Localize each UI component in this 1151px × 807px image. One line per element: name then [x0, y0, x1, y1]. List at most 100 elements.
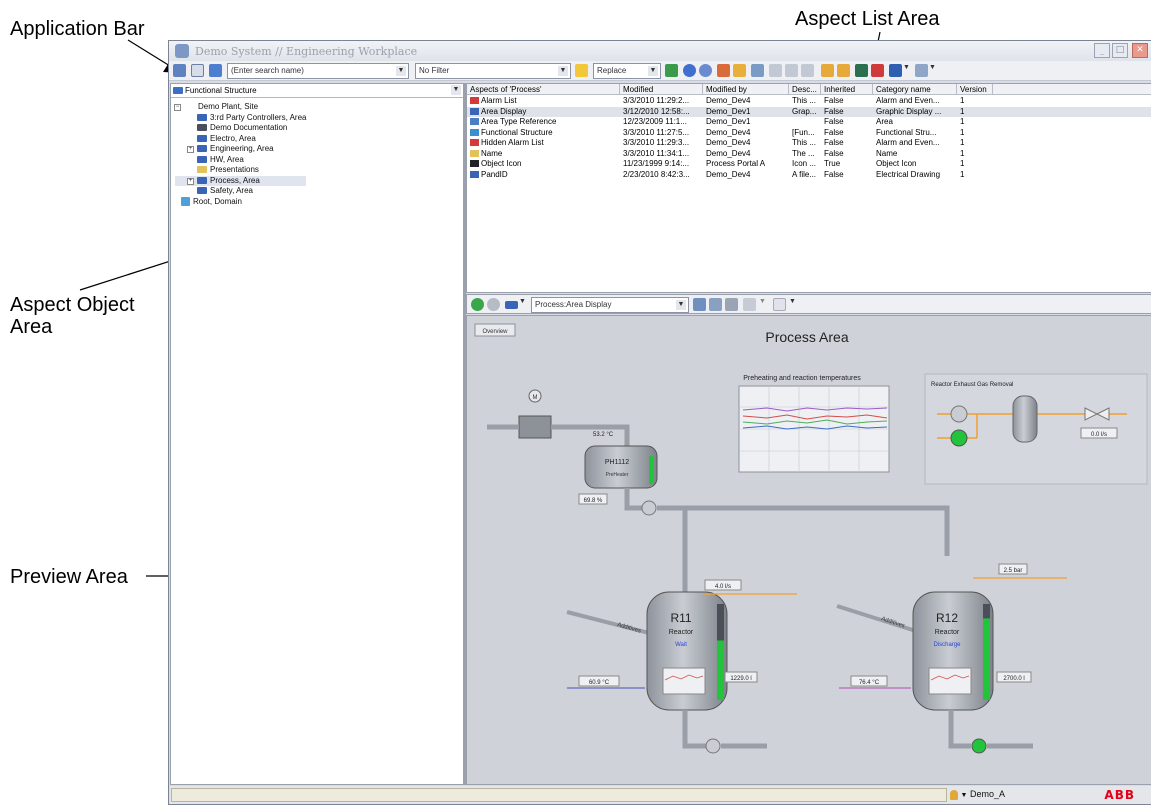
- reactor-r11-temp: 60.9 °C: [589, 680, 610, 686]
- column-header-inherited[interactable]: Inherited: [821, 84, 873, 95]
- aspect-list-cell: Object Icon: [467, 159, 620, 170]
- tree-item-root[interactable]: Root, Domain: [175, 197, 306, 208]
- check-icon[interactable]: [665, 64, 678, 77]
- column-header-modified-by[interactable]: Modified by: [703, 84, 789, 95]
- find-icon[interactable]: [191, 64, 204, 77]
- favorite-icon[interactable]: [575, 64, 588, 77]
- navigate-icon[interactable]: [173, 64, 186, 77]
- aspect-list-cell-text: Electrical Drawing: [876, 169, 941, 179]
- tree-item-3rd-party[interactable]: 3:rd Party Controllers, Area: [175, 113, 306, 124]
- user-select[interactable]: ▼ Demo_A: [950, 789, 1005, 800]
- process-area-title: Process Area: [765, 329, 848, 345]
- aspect-list-row[interactable]: Hidden Alarm List 3/3/2010 11:29:3... Demo…: [467, 138, 1151, 149]
- chevron-down-icon[interactable]: ▼: [676, 300, 686, 310]
- chevron-down-icon[interactable]: ▼: [451, 85, 461, 95]
- aspect-list-cell-text: PandID: [481, 169, 508, 179]
- tree-item-hw[interactable]: HW, Area: [175, 155, 306, 166]
- paste-special-icon[interactable]: [785, 64, 798, 77]
- copy-icon[interactable]: [751, 64, 764, 77]
- filter-select[interactable]: No Filter ▼: [415, 63, 571, 79]
- aspect-list-cell: Object Icon: [873, 159, 957, 170]
- properties-icon[interactable]: [733, 64, 746, 77]
- replace-select[interactable]: Replace ▼: [593, 63, 661, 79]
- preheater-temp: 53.2 °C: [593, 432, 614, 438]
- screen-icon[interactable]: [855, 64, 868, 77]
- import-icon[interactable]: [837, 64, 850, 77]
- aspect-list-row[interactable]: Object Icon 11/23/1999 9:14:... Process Po…: [467, 159, 1151, 170]
- pin-icon[interactable]: [709, 298, 722, 311]
- view-icon[interactable]: [209, 64, 222, 77]
- aspect-list-cell-text: Name: [876, 148, 898, 158]
- aspect-list-cell-text: 3/12/2010 12:58:...: [623, 106, 690, 116]
- delete-icon[interactable]: [801, 64, 814, 77]
- chevron-down-icon[interactable]: ▼: [929, 64, 937, 77]
- help-icon[interactable]: [683, 64, 696, 77]
- close-button[interactable]: ✕: [1132, 43, 1148, 58]
- aspect-list-cell: 12/23/2009 11:1...: [620, 117, 703, 128]
- tree-item-label: Root, Domain: [193, 196, 242, 206]
- chevron-down-icon[interactable]: ▼: [961, 792, 968, 799]
- preheater-tank: [584, 445, 658, 489]
- chevron-down-icon[interactable]: ▼: [396, 66, 406, 76]
- search-input[interactable]: (Enter search name) ▼: [227, 63, 409, 79]
- column-header-version[interactable]: Version: [957, 84, 993, 95]
- aspect-list-cell-text: 3/3/2010 11:27:5...: [623, 127, 690, 137]
- chevron-down-icon[interactable]: ▼: [519, 298, 527, 311]
- tree-item-label: Safety, Area: [210, 186, 253, 195]
- back-icon[interactable]: [471, 298, 484, 311]
- chevron-down-icon[interactable]: ▼: [648, 66, 658, 76]
- info-icon[interactable]: [699, 64, 712, 77]
- aspect-list-cell: 3/3/2010 11:27:5...: [620, 128, 703, 139]
- print-icon[interactable]: [725, 298, 738, 311]
- alarm-icon[interactable]: [871, 64, 884, 77]
- aspect-icon: [470, 139, 479, 147]
- exhaust-scrubber: [1012, 395, 1038, 443]
- page-icon[interactable]: [773, 298, 786, 311]
- tree-item-presentations[interactable]: Presentations: [175, 165, 306, 176]
- aspect-list-cell-text: A file...: [792, 169, 817, 179]
- aspect-list-row[interactable]: Area Display 3/12/2010 12:58:... Demo_Dev1…: [467, 106, 1151, 117]
- book-icon[interactable]: [915, 64, 928, 77]
- aspect-list-cell-text: 1: [960, 127, 965, 137]
- locate-icon[interactable]: [693, 298, 706, 311]
- chevron-down-icon[interactable]: ▼: [903, 64, 911, 77]
- column-header-aspects[interactable]: Aspects of 'Process': [467, 84, 620, 95]
- aspect-list-cell-text: Name: [481, 148, 503, 158]
- aspect-list-row[interactable]: Alarm List 3/3/2010 11:29:2... Demo_Dev4 Th…: [467, 96, 1151, 107]
- tree-item-demo-plant[interactable]: − Demo Plant, Site: [174, 102, 306, 113]
- chevron-down-icon[interactable]: ▼: [558, 66, 568, 76]
- chevron-down-icon[interactable]: ▼: [789, 298, 797, 311]
- aspect-list-cell-text: Icon ...: [792, 159, 817, 168]
- minimize-button[interactable]: _: [1094, 43, 1110, 58]
- area-icon: [197, 155, 207, 163]
- tree-item-documentation[interactable]: Demo Documentation: [175, 123, 306, 134]
- column-header-modified[interactable]: Modified: [620, 84, 703, 95]
- aspect-list-row[interactable]: Name 3/3/2010 11:34:1... Demo_Dev4 The ... F…: [467, 149, 1151, 160]
- column-header-category[interactable]: Category name: [873, 84, 957, 95]
- structure-select[interactable]: Functional Structure ▼: [171, 84, 463, 98]
- column-header-description[interactable]: Desc...: [789, 84, 821, 95]
- maximize-button[interactable]: □: [1112, 43, 1128, 58]
- preview-path-select[interactable]: Process:Area Display ▼: [531, 297, 689, 313]
- aspect-list-row[interactable]: Functional Structure 3/3/2010 11:27:5... D…: [467, 128, 1151, 139]
- replace-value: Replace: [597, 66, 627, 75]
- cut-icon[interactable]: [717, 64, 730, 77]
- aspect-icon: [470, 149, 479, 157]
- aspect-list-cell-text: False: [824, 96, 844, 105]
- window-layout-icon[interactable]: [889, 64, 902, 77]
- aspect-list-cell-text: Grap...: [792, 106, 817, 116]
- tree-item-engineering[interactable]: + Engineering, Area: [175, 144, 306, 155]
- forward-icon[interactable]: [487, 298, 500, 311]
- tree-item-safety[interactable]: Safety, Area: [175, 186, 306, 197]
- aspect-list-cell-text: 1: [960, 117, 965, 126]
- aspect-list-row[interactable]: PandID 2/23/2010 8:42:3... Demo_Dev4 A file…: [467, 170, 1151, 181]
- aspect-list-row[interactable]: Area Type Reference 12/23/2009 11:1... Dem…: [467, 117, 1151, 128]
- chevron-down-icon[interactable]: ▼: [759, 298, 767, 311]
- tree-item-electro[interactable]: Electro, Area: [175, 134, 306, 145]
- tree-item-process[interactable]: + Process, Area: [175, 175, 307, 186]
- export-icon[interactable]: [821, 64, 834, 77]
- paste-icon[interactable]: [769, 64, 782, 77]
- tree-item-label: Demo Plant, Site: [198, 102, 259, 111]
- aspect-list-cell: Demo_Dev1: [703, 117, 789, 128]
- zoom-icon[interactable]: [743, 298, 756, 311]
